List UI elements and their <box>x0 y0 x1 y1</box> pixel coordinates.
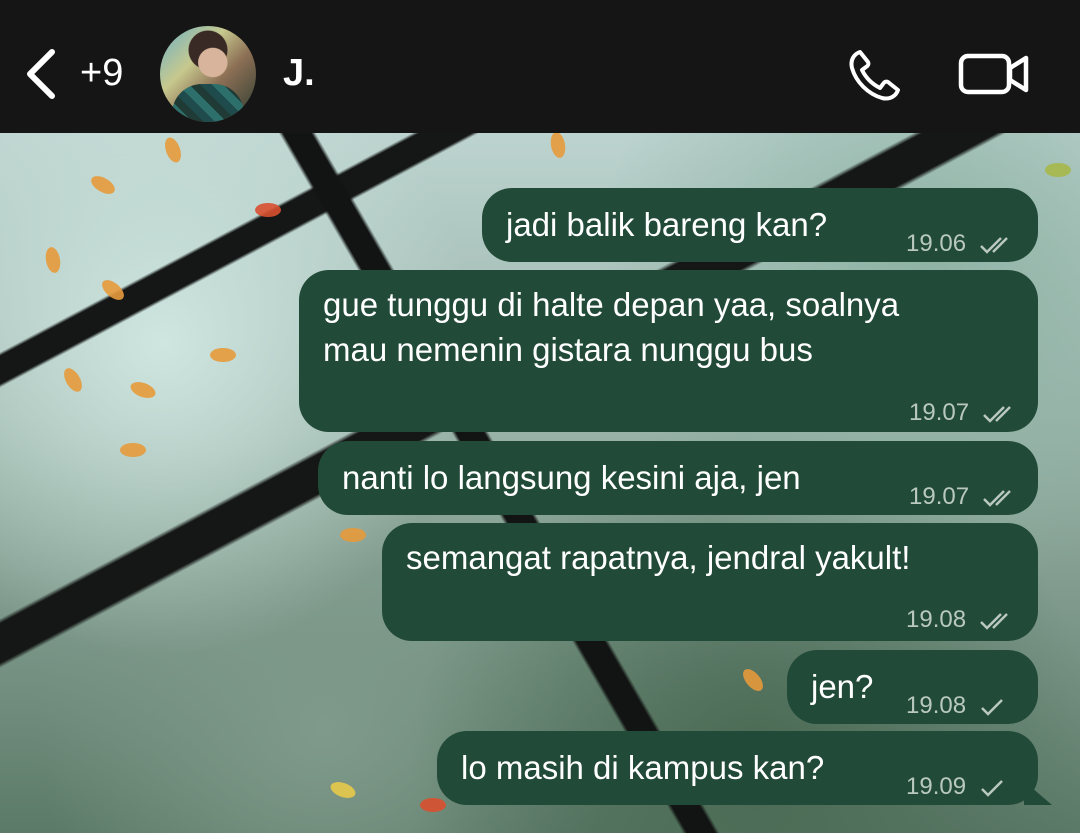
message-text-line-1: gue tunggu di halte depan yaa, soalnya <box>323 286 900 323</box>
message-meta: 19.08 <box>906 597 1015 643</box>
message-bubble[interactable]: nanti lo langsung kesini aja, jen 19.07 <box>318 441 1038 515</box>
message-text: nanti lo langsung kesini aja, jen <box>342 459 801 496</box>
message-meta: 19.08 <box>906 683 1007 729</box>
message-time: 19.07 <box>909 399 970 426</box>
double-check-icon <box>979 612 1008 630</box>
message-meta: 19.07 <box>909 474 1018 520</box>
message-time: 19.08 <box>906 692 967 719</box>
single-check-icon <box>980 698 1003 716</box>
bubble-tail <box>1024 781 1052 805</box>
message-bubble[interactable]: jen? 19.08 <box>787 650 1038 724</box>
message-bubble[interactable]: jadi balik bareng kan? 19.06 <box>482 188 1038 262</box>
message-bubble[interactable]: lo masih di kampus kan? 19.09 <box>437 731 1052 805</box>
video-camera-icon[interactable] <box>958 50 1030 98</box>
double-check-icon <box>979 236 1008 254</box>
phone-icon[interactable] <box>846 48 902 104</box>
contact-avatar[interactable] <box>160 26 256 122</box>
message-time: 19.08 <box>906 606 967 633</box>
message-meta: 19.06 <box>906 221 1015 267</box>
message-text-line-2: mau nemenin gistara nunggu bus <box>323 331 813 368</box>
message-meta: 19.09 <box>906 764 1007 810</box>
unread-count[interactable]: +9 <box>80 52 123 95</box>
back-chevron-icon[interactable] <box>22 48 58 100</box>
message-text: jen? <box>811 668 874 705</box>
contact-name[interactable]: J. <box>283 52 315 95</box>
chat-header: +9 J. <box>0 0 1080 133</box>
message-meta: 19.07 <box>909 390 1018 436</box>
message-bubble[interactable]: semangat rapatnya, jendral yakult! 19.08 <box>382 523 1038 641</box>
single-check-icon <box>980 779 1003 797</box>
double-check-icon <box>982 489 1011 507</box>
message-bubble[interactable]: gue tunggu di halte depan yaa, soalnya m… <box>299 270 1038 432</box>
message-time: 19.09 <box>906 773 967 800</box>
message-time: 19.06 <box>906 230 967 257</box>
message-text: lo masih di kampus kan? <box>461 749 825 786</box>
message-text: semangat rapatnya, jendral yakult! <box>406 539 911 576</box>
message-time: 19.07 <box>909 483 970 510</box>
message-text: jadi balik bareng kan? <box>506 206 828 243</box>
double-check-icon <box>982 405 1011 423</box>
